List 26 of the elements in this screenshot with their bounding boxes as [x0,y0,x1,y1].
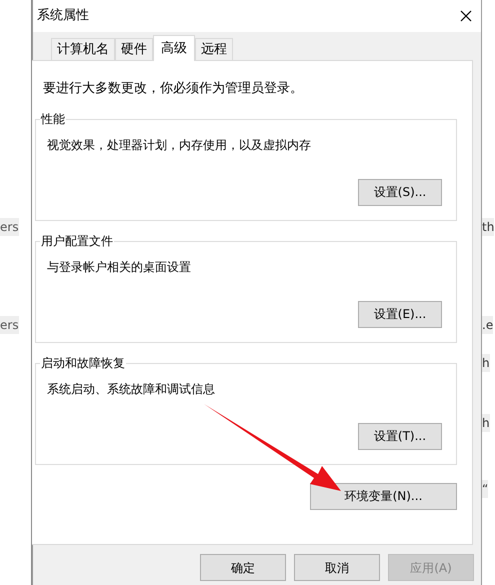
tab[interactable]: 远程 [195,38,233,60]
group-description: 系统启动、系统故障和调试信息 [47,380,216,398]
tab[interactable]: 计算机名 [51,38,115,60]
background-text: ers [0,218,19,236]
tab[interactable]: 硬件 [115,38,153,60]
notice-text: 要进行大多数更改，你必须作为管理员登录。 [43,80,304,98]
group-title: 启动和故障恢复 [40,354,126,370]
group-description: 视觉效果，处理器计划，内存使用，以及虚拟内存 [47,136,312,154]
close-icon [460,10,472,22]
background-text: “ [482,480,488,498]
settings-button[interactable]: 设置(S)... [358,178,442,206]
background-text: .e [482,316,494,334]
settings-button[interactable]: 设置(T)... [358,422,442,450]
background-text: h [482,414,490,432]
dialog-button[interactable]: 确定 [200,554,286,581]
group-description: 与登录帐户相关的桌面设置 [47,258,192,276]
background-text: ers [0,316,19,334]
settings-button[interactable]: 设置(E)... [358,300,442,328]
background-text: h [482,354,490,372]
group-title: 用户配置文件 [40,232,114,248]
tab[interactable]: 高级 [153,35,195,61]
environment-variables-button[interactable]: 环境变量(N)... [310,482,457,510]
dialog-button[interactable]: 取消 [294,554,380,581]
window-title: 系统属性 [37,7,89,26]
background-text: th [482,218,494,236]
group-title: 性能 [40,110,66,126]
